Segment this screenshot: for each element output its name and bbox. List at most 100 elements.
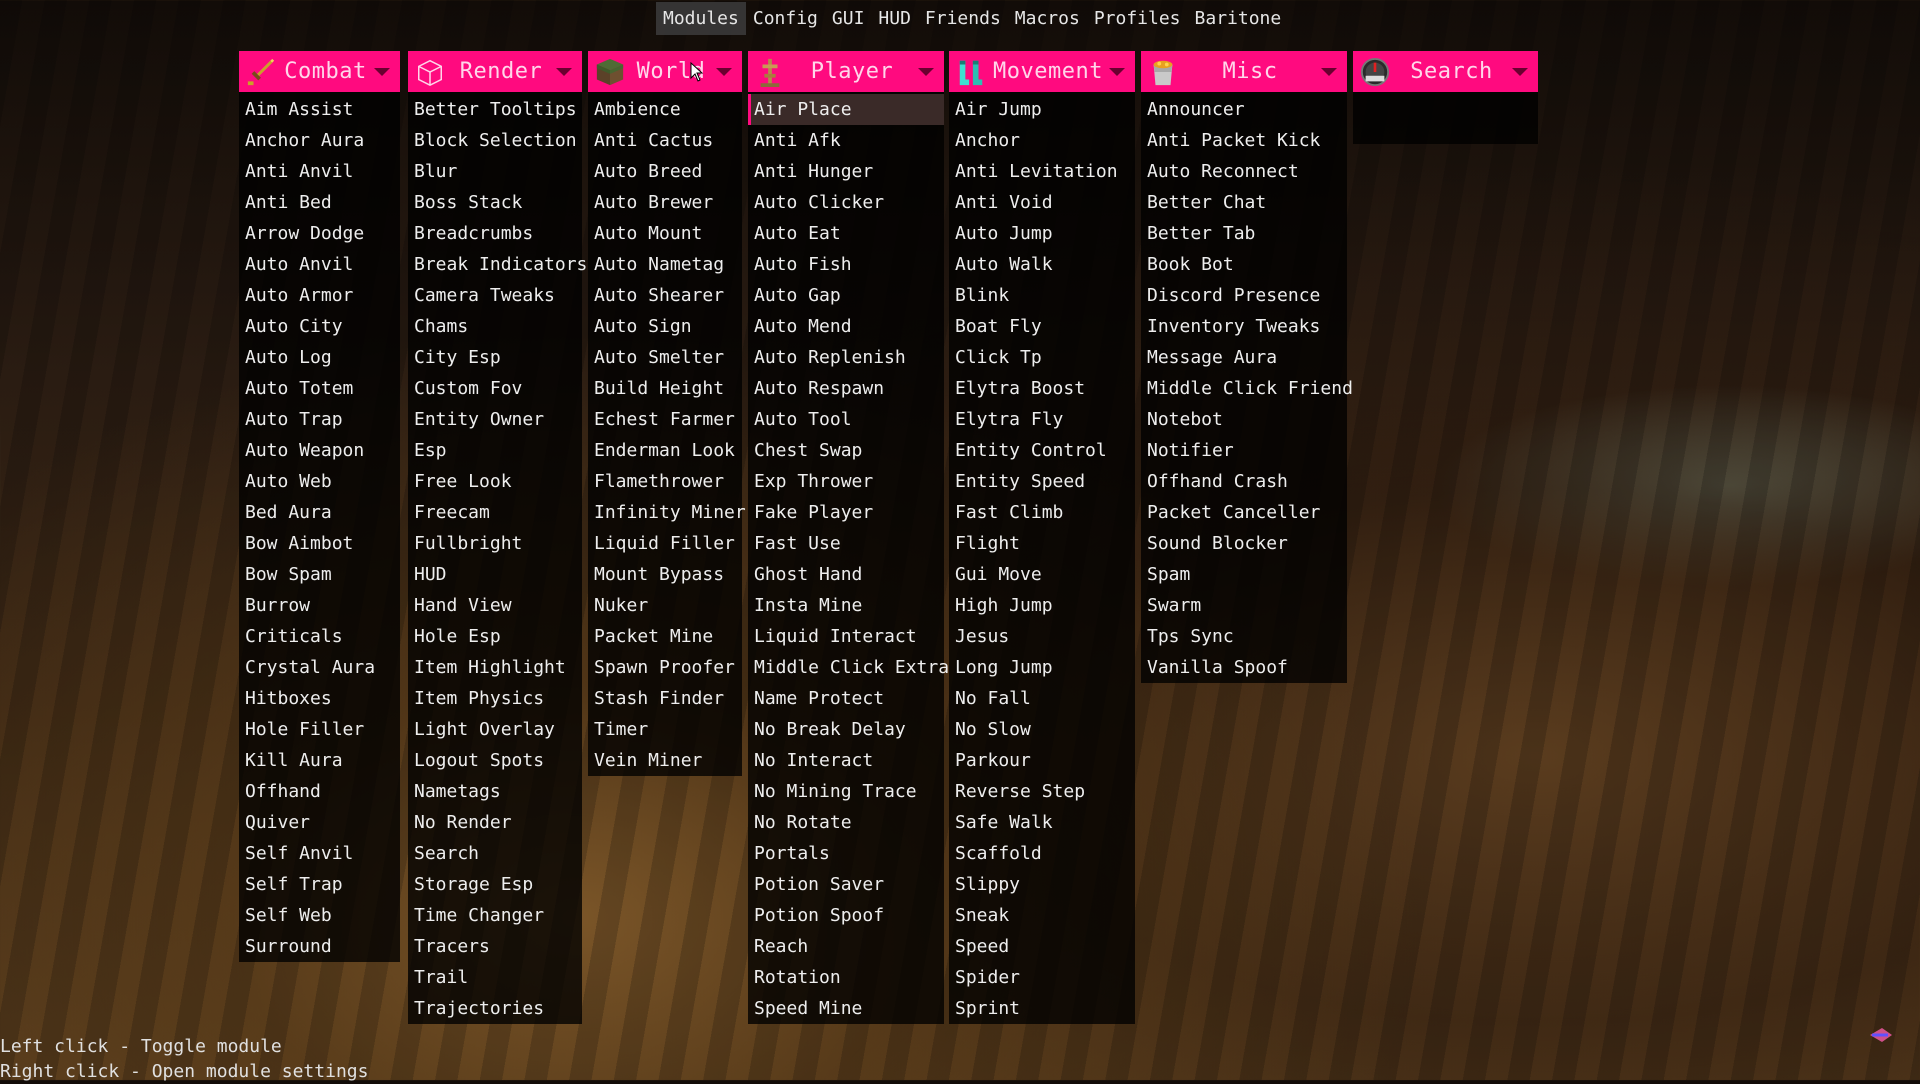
module-item[interactable]: Item Physics (408, 683, 582, 714)
module-item[interactable]: Fast Use (748, 528, 944, 559)
module-item[interactable]: Anti Packet Kick (1141, 125, 1347, 156)
module-item[interactable]: Light Overlay (408, 714, 582, 745)
module-item[interactable]: Rotation (748, 962, 944, 993)
module-item[interactable]: Exp Thrower (748, 466, 944, 497)
module-item[interactable]: Auto Jump (949, 218, 1135, 249)
module-item[interactable]: Hitboxes (239, 683, 400, 714)
module-item[interactable]: Stash Finder (588, 683, 742, 714)
module-item[interactable]: Break Indicators (408, 249, 587, 280)
module-item[interactable]: Auto Respawn (748, 373, 944, 404)
module-item[interactable]: Quiver (239, 807, 400, 838)
panel-render-header[interactable]: Render (408, 51, 582, 92)
module-item[interactable]: Mount Bypass (588, 559, 742, 590)
chevron-down-icon[interactable] (918, 67, 934, 76)
module-item[interactable]: Auto Web (239, 466, 400, 497)
module-item[interactable]: Sneak (949, 900, 1135, 931)
tab-hud[interactable]: HUD (871, 2, 918, 35)
tab-friends[interactable]: Friends (918, 2, 1008, 35)
tab-config[interactable]: Config (746, 2, 825, 35)
module-item[interactable]: No Fall (949, 683, 1135, 714)
module-item[interactable]: Anti Levitation (949, 156, 1135, 187)
module-item[interactable]: Spam (1141, 559, 1347, 590)
module-item[interactable]: Better Tab (1141, 218, 1347, 249)
tab-modules[interactable]: Modules (656, 1, 746, 35)
module-item[interactable]: Auto Anvil (239, 249, 400, 280)
module-item[interactable]: Long Jump (949, 652, 1135, 683)
chevron-down-icon[interactable] (374, 67, 390, 76)
module-item[interactable]: Safe Walk (949, 807, 1135, 838)
module-item[interactable]: Click Tp (949, 342, 1135, 373)
module-item[interactable]: Build Height (588, 373, 742, 404)
module-item[interactable]: Entity Speed (949, 466, 1135, 497)
module-item[interactable]: Crystal Aura (239, 652, 400, 683)
module-item[interactable]: Message Aura (1141, 342, 1347, 373)
module-item[interactable]: Boat Fly (949, 311, 1135, 342)
module-item[interactable]: Self Anvil (239, 838, 400, 869)
module-item[interactable]: Jesus (949, 621, 1135, 652)
module-item[interactable]: Custom Fov (408, 373, 582, 404)
module-item[interactable]: Hand View (408, 590, 582, 621)
module-item[interactable]: Camera Tweaks (408, 280, 582, 311)
module-item[interactable]: Reverse Step (949, 776, 1135, 807)
module-item[interactable]: Spawn Proofer (588, 652, 742, 683)
tab-profiles[interactable]: Profiles (1087, 2, 1188, 35)
module-item[interactable]: Inventory Tweaks (1141, 311, 1347, 342)
chevron-down-icon[interactable] (1512, 67, 1528, 76)
module-item[interactable]: Notifier (1141, 435, 1347, 466)
module-item[interactable]: Liquid Interact (748, 621, 944, 652)
module-item[interactable]: Better Chat (1141, 187, 1347, 218)
module-item[interactable]: Parkour (949, 745, 1135, 776)
module-item[interactable]: Hole Esp (408, 621, 582, 652)
panel-world-header[interactable]: World (588, 51, 742, 92)
chevron-down-icon[interactable] (556, 67, 572, 76)
module-item[interactable]: Auto Breed (588, 156, 742, 187)
module-item[interactable]: Self Trap (239, 869, 400, 900)
module-item[interactable]: Anti Bed (239, 187, 400, 218)
module-item[interactable]: Auto Replenish (748, 342, 944, 373)
module-item[interactable]: Tps Sync (1141, 621, 1347, 652)
tab-gui[interactable]: GUI (825, 2, 872, 35)
module-item[interactable]: Slippy (949, 869, 1135, 900)
module-item[interactable]: Portals (748, 838, 944, 869)
module-item[interactable]: Time Changer (408, 900, 582, 931)
module-item[interactable]: Name Protect (748, 683, 944, 714)
module-item[interactable]: Auto Mount (588, 218, 742, 249)
module-item[interactable]: Blink (949, 280, 1135, 311)
module-item[interactable]: Auto Mend (748, 311, 944, 342)
module-item[interactable]: Auto Armor (239, 280, 400, 311)
module-item[interactable]: Sprint (949, 993, 1135, 1024)
module-item[interactable]: Auto Totem (239, 373, 400, 404)
module-item[interactable]: Auto Log (239, 342, 400, 373)
module-item[interactable]: Packet Canceller (1141, 497, 1347, 528)
module-item[interactable]: No Mining Trace (748, 776, 944, 807)
module-item[interactable]: Timer (588, 714, 742, 745)
module-item[interactable]: City Esp (408, 342, 582, 373)
module-item[interactable]: Reach (748, 931, 944, 962)
module-item[interactable]: Auto Sign (588, 311, 742, 342)
module-item[interactable]: Potion Saver (748, 869, 944, 900)
module-item[interactable]: HUD (408, 559, 582, 590)
module-item[interactable]: Criticals (239, 621, 400, 652)
module-item[interactable]: Tracers (408, 931, 582, 962)
module-item[interactable]: Free Look (408, 466, 582, 497)
module-item[interactable]: Auto Clicker (748, 187, 944, 218)
module-item[interactable]: Fullbright (408, 528, 582, 559)
module-item[interactable]: Fake Player (748, 497, 944, 528)
module-item[interactable]: Trajectories (408, 993, 582, 1024)
module-item[interactable]: Sound Blocker (1141, 528, 1347, 559)
module-item[interactable]: Book Bot (1141, 249, 1347, 280)
module-item[interactable]: Auto Weapon (239, 435, 400, 466)
module-item[interactable]: Packet Mine (588, 621, 742, 652)
module-item[interactable]: Auto Smelter (588, 342, 742, 373)
module-item[interactable]: Kill Aura (239, 745, 400, 776)
module-item[interactable]: Surround (239, 931, 400, 962)
module-item[interactable]: Fast Climb (949, 497, 1135, 528)
module-item[interactable]: Middle Click Friend (1141, 373, 1353, 404)
module-item[interactable]: Insta Mine (748, 590, 944, 621)
module-item[interactable]: Bow Aimbot (239, 528, 400, 559)
module-item[interactable]: Discord Presence (1141, 280, 1347, 311)
module-item[interactable]: High Jump (949, 590, 1135, 621)
module-item[interactable]: Announcer (1141, 94, 1347, 125)
module-item[interactable]: Speed Mine (748, 993, 944, 1024)
module-item[interactable]: Anti Anvil (239, 156, 400, 187)
